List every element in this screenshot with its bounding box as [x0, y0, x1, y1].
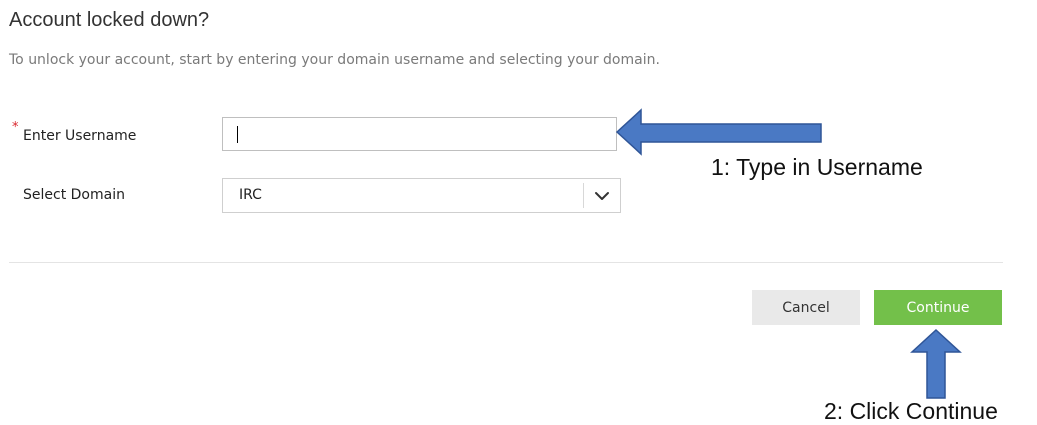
chevron-down-icon[interactable]	[584, 179, 620, 212]
domain-select[interactable]: IRC	[222, 178, 621, 213]
required-marker: *	[12, 120, 19, 135]
left-arrow-icon	[615, 108, 822, 156]
username-input[interactable]	[222, 117, 617, 151]
page-subtitle: To unlock your account, start by enterin…	[9, 52, 660, 68]
annotation-step-2: 2: Click Continue	[824, 398, 998, 424]
domain-selected-value: IRC	[239, 187, 262, 203]
cancel-button[interactable]: Cancel	[752, 290, 860, 325]
up-arrow-icon	[910, 328, 962, 399]
domain-label: Select Domain	[23, 187, 125, 203]
annotation-step-1: 1: Type in Username	[711, 154, 923, 180]
text-cursor	[237, 126, 238, 143]
continue-button[interactable]: Continue	[874, 290, 1002, 325]
username-label: Enter Username	[23, 128, 137, 144]
section-divider	[9, 262, 1003, 263]
page-title: Account locked down?	[9, 9, 210, 31]
